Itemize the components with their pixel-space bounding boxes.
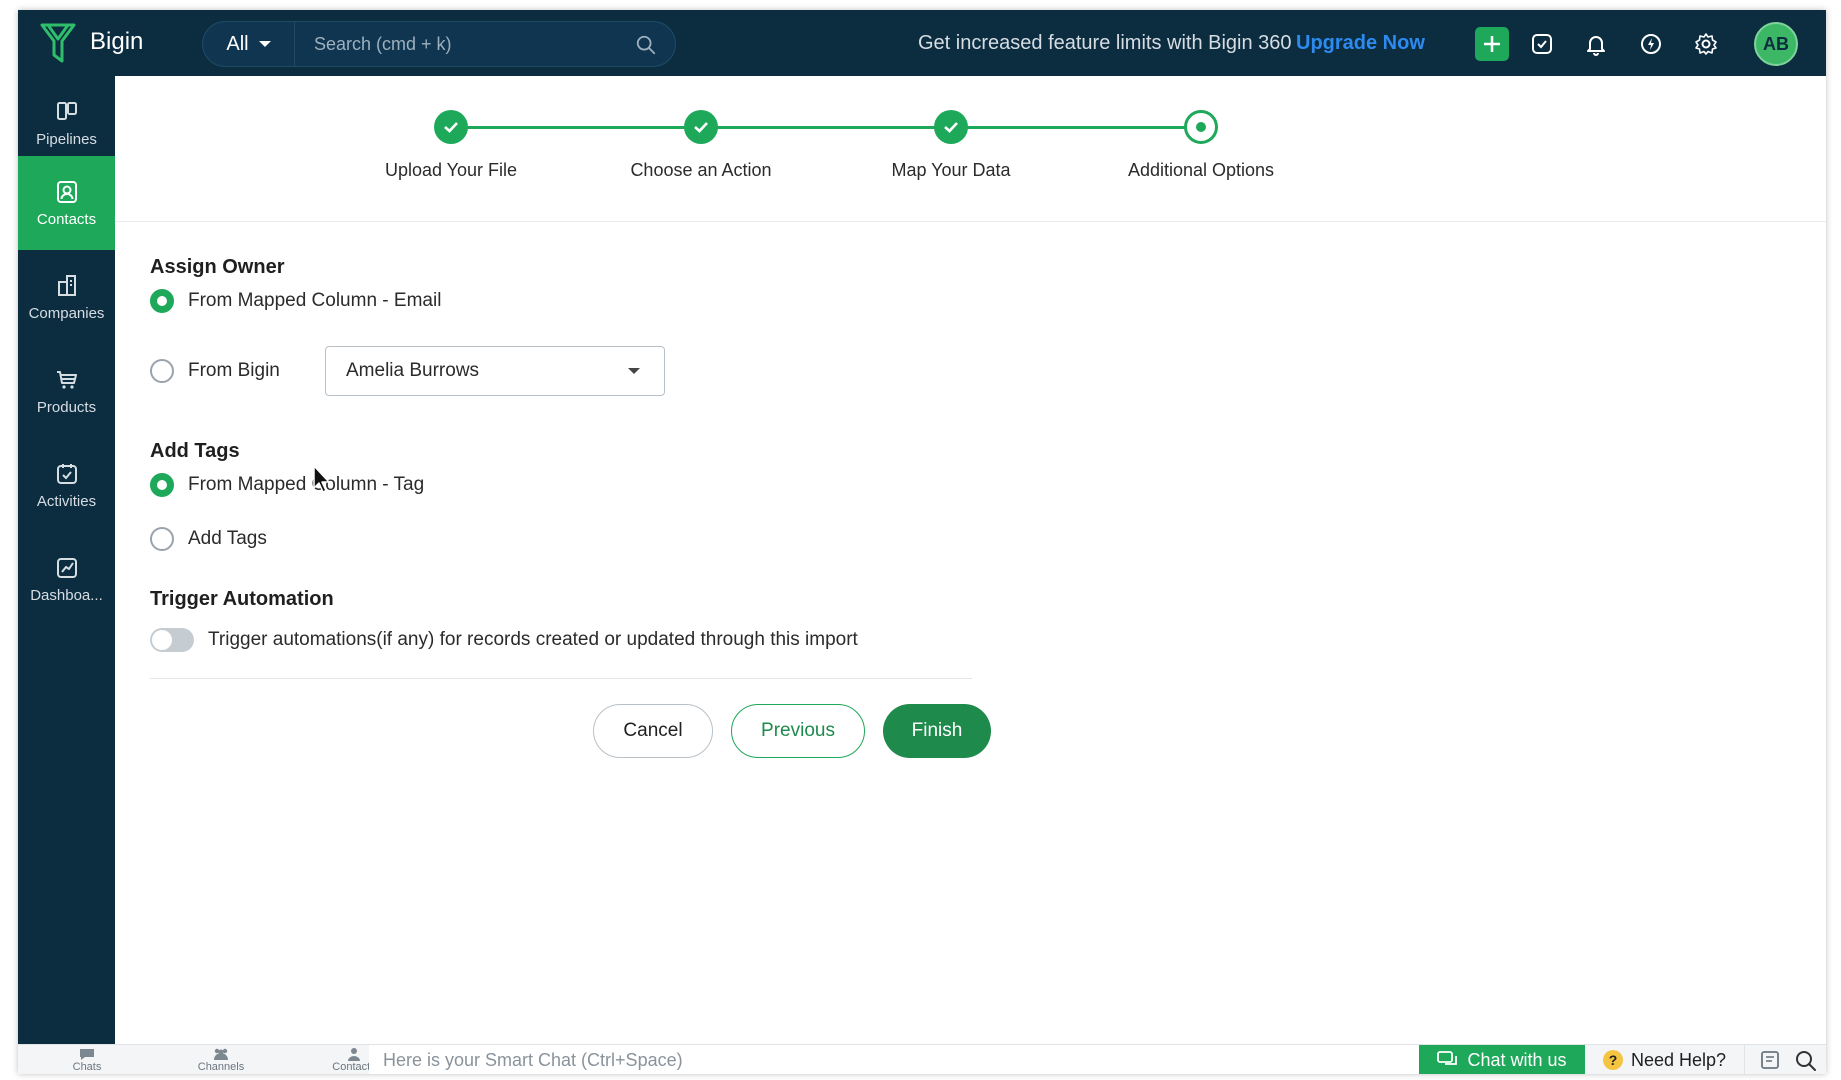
contacts-icon: [56, 180, 77, 203]
trigger-automation-title: Trigger Automation: [150, 588, 334, 610]
sidebar-item-label: Activities: [36, 492, 97, 510]
step-4-label: Additional Options: [1127, 160, 1275, 180]
search-input[interactable]: [296, 24, 616, 64]
mouse-cursor-icon: [313, 465, 330, 493]
radio-button-unchecked[interactable]: [150, 359, 174, 383]
sidebar-item-label: Dashboa...: [30, 586, 103, 604]
chat-with-us-button[interactable]: Chat with us: [1419, 1045, 1585, 1074]
sidebar-item-label: Pipelines: [36, 130, 97, 148]
step-1-label: Upload Your File: [384, 160, 518, 180]
pipelines-icon: [56, 101, 77, 120]
chat-icon: [1437, 1051, 1458, 1065]
trigger-automation-toggle[interactable]: [150, 628, 194, 652]
person-icon: [348, 1048, 360, 1061]
bottom-channels-label: Channels: [197, 1061, 245, 1073]
step-3-complete-dot: [934, 110, 968, 144]
companies-icon: [57, 274, 76, 296]
upgrade-now-link[interactable]: Upgrade Now: [1296, 32, 1425, 55]
sidebar-item-dashboards[interactable]: Dashboa...: [18, 532, 115, 626]
search-scope-label: All: [226, 32, 249, 55]
bottom-bar: Chats Channels Contacts Chat with us ? N…: [18, 1044, 1826, 1074]
brand-name: Bigin: [90, 28, 144, 55]
radio-button-checked[interactable]: [150, 289, 174, 313]
owner-selected-value: Amelia Burrows: [346, 360, 480, 381]
tags-from-mapped-column-label: From Mapped Column - Tag: [188, 474, 425, 495]
check-icon: [944, 122, 958, 133]
step-1-complete-dot: [434, 110, 468, 144]
radio-button-unchecked[interactable]: [150, 527, 174, 551]
radio-button-checked[interactable]: [150, 473, 174, 497]
owner-from-bigin-option[interactable]: From Bigin: [150, 359, 280, 383]
search-scope-dropdown[interactable]: All: [203, 22, 295, 66]
settings-button[interactable]: [1690, 28, 1722, 60]
promo-text: Get increased feature limits with Bigin …: [918, 32, 1292, 54]
user-avatar[interactable]: AB: [1754, 22, 1798, 66]
sidebar-item-contacts[interactable]: Contacts: [18, 156, 115, 250]
check-icon: [444, 122, 458, 133]
top-bar: Bigin All Get increased feature limits w…: [18, 10, 1826, 76]
sidebar-item-label: Companies: [28, 304, 105, 322]
bottom-chats[interactable]: Chats: [42, 1045, 132, 1074]
owner-from-mapped-column-option[interactable]: From Mapped Column - Email: [150, 289, 441, 313]
trigger-automation-row: Trigger automations(if any) for records …: [150, 628, 858, 652]
sidebar-item-label: Contacts: [36, 210, 97, 228]
step-3-label: Map Your Data: [891, 160, 1011, 180]
sidebar-item-label: Products: [36, 398, 97, 416]
tags-from-mapped-column-option[interactable]: From Mapped Column - Tag: [150, 473, 424, 497]
step-4-current-dot: [1184, 110, 1218, 144]
step-2-label: Choose an Action: [630, 160, 772, 180]
cancel-button[interactable]: Cancel: [593, 704, 713, 758]
sidebar-item-activities[interactable]: Activities: [18, 438, 115, 532]
need-help-button[interactable]: ? Need Help?: [1585, 1045, 1745, 1074]
bottom-chats-label: Chats: [72, 1061, 102, 1073]
need-help-label: Need Help?: [1630, 1049, 1727, 1070]
notes-icon[interactable]: [1758, 1049, 1782, 1071]
add-tags-option[interactable]: Add Tags: [150, 527, 267, 551]
quick-create-button[interactable]: [1475, 27, 1509, 61]
section-divider: [150, 678, 972, 679]
sidebar-item-products[interactable]: Products: [18, 344, 115, 438]
owner-from-bigin-label: From Bigin: [188, 360, 280, 381]
task-check-icon: [1532, 34, 1552, 54]
step-2-complete-dot: [684, 110, 718, 144]
import-wizard: Upload Your File Choose an Action Map Yo…: [115, 76, 1826, 1044]
owner-select-dropdown[interactable]: Amelia Burrows: [325, 346, 665, 396]
stepper-progress-line: [451, 126, 1201, 129]
dashboards-icon: [56, 557, 77, 578]
plus-icon: [1484, 36, 1500, 52]
search-icon[interactable]: [635, 34, 657, 56]
app-window: Bigin All Get increased feature limits w…: [18, 10, 1826, 1074]
bigin-logo-icon[interactable]: [38, 21, 78, 65]
lightning-icon: [1641, 34, 1661, 54]
chevron-down-icon: [258, 41, 271, 47]
trigger-automation-label: Trigger automations(if any) for records …: [208, 629, 858, 650]
bottom-channels[interactable]: Channels: [176, 1045, 266, 1074]
toggle-knob: [152, 630, 172, 650]
chevron-down-icon: [628, 368, 640, 374]
gear-icon: [1695, 33, 1717, 55]
tasks-button[interactable]: [1526, 28, 1558, 60]
help-icon: ?: [1602, 1050, 1623, 1070]
check-icon: [694, 122, 708, 133]
chat-bubble-icon: [80, 1049, 94, 1060]
add-tags-label: Add Tags: [188, 528, 267, 549]
owner-from-mapped-column-label: From Mapped Column - Email: [188, 290, 442, 311]
import-stepper: Upload Your File Choose an Action Map Yo…: [115, 76, 1826, 222]
products-icon: [56, 370, 77, 389]
activities-icon: [56, 463, 77, 484]
search-icon[interactable]: [1794, 1049, 1818, 1071]
smart-chat-input[interactable]: [369, 1045, 1419, 1074]
channels-icon: [214, 1048, 228, 1060]
finish-button[interactable]: Finish: [883, 704, 991, 758]
sidebar-item-companies[interactable]: Companies: [18, 250, 115, 344]
assign-owner-title: Assign Owner: [150, 256, 285, 278]
notifications-button[interactable]: [1580, 28, 1612, 60]
add-tags-title: Add Tags: [150, 440, 240, 462]
global-search: All: [202, 21, 676, 67]
automation-button[interactable]: [1635, 28, 1667, 60]
previous-button[interactable]: Previous: [731, 704, 865, 758]
sidebar-nav: Pipelines Contacts Companies Products Ac…: [18, 76, 115, 1044]
chat-with-us-label: Chat with us: [1467, 1049, 1567, 1070]
bell-icon: [1587, 36, 1605, 56]
